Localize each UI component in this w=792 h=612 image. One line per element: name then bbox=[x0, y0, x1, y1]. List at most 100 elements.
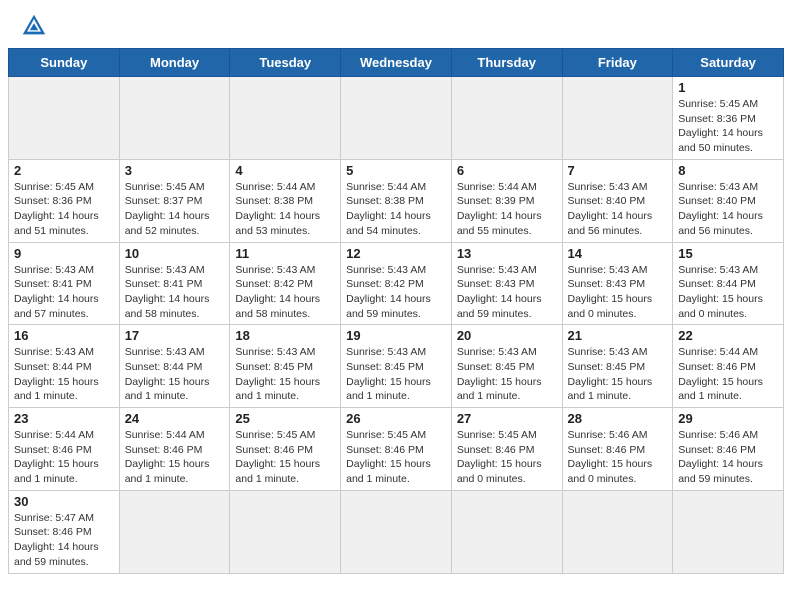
calendar-cell: 10Sunrise: 5:43 AMSunset: 8:41 PMDayligh… bbox=[119, 242, 230, 325]
calendar-cell bbox=[341, 490, 452, 573]
week-row-6: 30Sunrise: 5:47 AMSunset: 8:46 PMDayligh… bbox=[9, 490, 784, 573]
day-header-monday: Monday bbox=[119, 49, 230, 77]
calendar-cell: 18Sunrise: 5:43 AMSunset: 8:45 PMDayligh… bbox=[230, 325, 341, 408]
date-number: 27 bbox=[457, 411, 557, 426]
calendar-cell: 5Sunrise: 5:44 AMSunset: 8:38 PMDaylight… bbox=[341, 159, 452, 242]
day-info: Sunrise: 5:43 AMSunset: 8:42 PMDaylight:… bbox=[346, 263, 446, 322]
calendar-cell: 24 Sunrise: 5:44 AMSunset: 8:46 PMDayligh… bbox=[119, 408, 230, 491]
day-info: Sunrise: 5:45 AMSunset: 8:37 PMDaylight:… bbox=[125, 180, 225, 239]
day-info: Sunrise: 5:45 AMSunset: 8:46 PMDaylight:… bbox=[346, 428, 446, 487]
date-number: 14 bbox=[568, 246, 668, 261]
calendar-cell: 22 Sunrise: 5:44 AMSunset: 8:46 PMDayligh… bbox=[673, 325, 784, 408]
day-info: Sunrise: 5:46 AMSunset: 8:46 PMDaylight:… bbox=[678, 428, 778, 487]
day-info: Sunrise: 5:43 AMSunset: 8:44 PMDaylight:… bbox=[14, 345, 114, 404]
calendar-cell: 16 Sunrise: 5:43 AMSunset: 8:44 PMDayligh… bbox=[9, 325, 120, 408]
calendar-cell bbox=[9, 77, 120, 160]
date-number: 1 bbox=[678, 80, 778, 95]
day-info: Sunrise: 5:43 AMSunset: 8:44 PMDaylight:… bbox=[125, 345, 225, 404]
calendar-cell: 17 Sunrise: 5:43 AMSunset: 8:44 PMDayligh… bbox=[119, 325, 230, 408]
day-info: Sunrise: 5:43 AMSunset: 8:40 PMDaylight:… bbox=[568, 180, 668, 239]
day-header-sunday: Sunday bbox=[9, 49, 120, 77]
calendar-cell bbox=[451, 490, 562, 573]
days-header-row: SundayMondayTuesdayWednesdayThursdayFrid… bbox=[9, 49, 784, 77]
day-header-friday: Friday bbox=[562, 49, 673, 77]
calendar-cell: 11Sunrise: 5:43 AMSunset: 8:42 PMDayligh… bbox=[230, 242, 341, 325]
calendar-cell: 29Sunrise: 5:46 AMSunset: 8:46 PMDayligh… bbox=[673, 408, 784, 491]
calendar-cell: 3 Sunrise: 5:45 AMSunset: 8:37 PMDaylight… bbox=[119, 159, 230, 242]
date-number: 22 bbox=[678, 328, 778, 343]
date-number: 19 bbox=[346, 328, 446, 343]
calendar-cell: 13Sunrise: 5:43 AMSunset: 8:43 PMDayligh… bbox=[451, 242, 562, 325]
calendar-cell bbox=[341, 77, 452, 160]
day-info: Sunrise: 5:43 AMSunset: 8:43 PMDaylight:… bbox=[568, 263, 668, 322]
day-info: Sunrise: 5:43 AMSunset: 8:41 PMDaylight:… bbox=[125, 263, 225, 322]
calendar-cell: 23 Sunrise: 5:44 AMSunset: 8:46 PMDayligh… bbox=[9, 408, 120, 491]
date-number: 7 bbox=[568, 163, 668, 178]
calendar-body: 1Sunrise: 5:45 AMSunset: 8:36 PMDaylight… bbox=[9, 77, 784, 574]
date-number: 23 bbox=[14, 411, 114, 426]
day-header-saturday: Saturday bbox=[673, 49, 784, 77]
date-number: 17 bbox=[125, 328, 225, 343]
calendar-cell: 4Sunrise: 5:44 AMSunset: 8:38 PMDaylight… bbox=[230, 159, 341, 242]
calendar-cell: 6 Sunrise: 5:44 AMSunset: 8:39 PMDaylight… bbox=[451, 159, 562, 242]
date-number: 12 bbox=[346, 246, 446, 261]
date-number: 28 bbox=[568, 411, 668, 426]
day-info: Sunrise: 5:43 AMSunset: 8:44 PMDaylight:… bbox=[678, 263, 778, 322]
week-row-3: 9 Sunrise: 5:43 AMSunset: 8:41 PMDaylight… bbox=[9, 242, 784, 325]
day-info: Sunrise: 5:43 AMSunset: 8:40 PMDaylight:… bbox=[678, 180, 778, 239]
day-info: Sunrise: 5:44 AMSunset: 8:46 PMDaylight:… bbox=[125, 428, 225, 487]
calendar-cell bbox=[673, 490, 784, 573]
calendar-cell: 9 Sunrise: 5:43 AMSunset: 8:41 PMDaylight… bbox=[9, 242, 120, 325]
calendar-cell: 20Sunrise: 5:43 AMSunset: 8:45 PMDayligh… bbox=[451, 325, 562, 408]
date-number: 25 bbox=[235, 411, 335, 426]
date-number: 6 bbox=[457, 163, 557, 178]
day-info: Sunrise: 5:44 AMSunset: 8:39 PMDaylight:… bbox=[457, 180, 557, 239]
calendar-cell: 19Sunrise: 5:43 AMSunset: 8:45 PMDayligh… bbox=[341, 325, 452, 408]
calendar-cell bbox=[562, 77, 673, 160]
calendar-cell: 21Sunrise: 5:43 AMSunset: 8:45 PMDayligh… bbox=[562, 325, 673, 408]
week-row-4: 16 Sunrise: 5:43 AMSunset: 8:44 PMDayligh… bbox=[9, 325, 784, 408]
date-number: 13 bbox=[457, 246, 557, 261]
date-number: 15 bbox=[678, 246, 778, 261]
calendar-cell bbox=[230, 490, 341, 573]
day-info: Sunrise: 5:43 AMSunset: 8:42 PMDaylight:… bbox=[235, 263, 335, 322]
page-header bbox=[0, 0, 792, 48]
calendar-cell: 28Sunrise: 5:46 AMSunset: 8:46 PMDayligh… bbox=[562, 408, 673, 491]
date-number: 30 bbox=[14, 494, 114, 509]
calendar-cell: 12 Sunrise: 5:43 AMSunset: 8:42 PMDayligh… bbox=[341, 242, 452, 325]
day-info: Sunrise: 5:44 AMSunset: 8:38 PMDaylight:… bbox=[346, 180, 446, 239]
date-number: 26 bbox=[346, 411, 446, 426]
calendar-cell: 7 Sunrise: 5:43 AMSunset: 8:40 PMDaylight… bbox=[562, 159, 673, 242]
calendar-cell bbox=[451, 77, 562, 160]
day-header-thursday: Thursday bbox=[451, 49, 562, 77]
calendar-cell: 14 Sunrise: 5:43 AMSunset: 8:43 PMDayligh… bbox=[562, 242, 673, 325]
calendar-cell bbox=[230, 77, 341, 160]
week-row-2: 2Sunrise: 5:45 AMSunset: 8:36 PMDaylight… bbox=[9, 159, 784, 242]
date-number: 8 bbox=[678, 163, 778, 178]
day-info: Sunrise: 5:43 AMSunset: 8:45 PMDaylight:… bbox=[568, 345, 668, 404]
calendar-table: SundayMondayTuesdayWednesdayThursdayFrid… bbox=[8, 48, 784, 574]
date-number: 9 bbox=[14, 246, 114, 261]
calendar-cell: 8 Sunrise: 5:43 AMSunset: 8:40 PMDaylight… bbox=[673, 159, 784, 242]
date-number: 24 bbox=[125, 411, 225, 426]
calendar-cell: 1Sunrise: 5:45 AMSunset: 8:36 PMDaylight… bbox=[673, 77, 784, 160]
day-info: Sunrise: 5:45 AMSunset: 8:46 PMDaylight:… bbox=[457, 428, 557, 487]
day-info: Sunrise: 5:44 AMSunset: 8:46 PMDaylight:… bbox=[14, 428, 114, 487]
day-header-tuesday: Tuesday bbox=[230, 49, 341, 77]
calendar-cell: 27 Sunrise: 5:45 AMSunset: 8:46 PMDayligh… bbox=[451, 408, 562, 491]
date-number: 18 bbox=[235, 328, 335, 343]
calendar-cell: 2Sunrise: 5:45 AMSunset: 8:36 PMDaylight… bbox=[9, 159, 120, 242]
logo bbox=[20, 12, 52, 40]
day-info: Sunrise: 5:43 AMSunset: 8:41 PMDaylight:… bbox=[14, 263, 114, 322]
calendar-cell: 26 Sunrise: 5:45 AMSunset: 8:46 PMDayligh… bbox=[341, 408, 452, 491]
day-header-wednesday: Wednesday bbox=[341, 49, 452, 77]
date-number: 2 bbox=[14, 163, 114, 178]
date-number: 16 bbox=[14, 328, 114, 343]
week-row-5: 23 Sunrise: 5:44 AMSunset: 8:46 PMDayligh… bbox=[9, 408, 784, 491]
calendar-cell bbox=[562, 490, 673, 573]
day-info: Sunrise: 5:44 AMSunset: 8:46 PMDaylight:… bbox=[678, 345, 778, 404]
date-number: 3 bbox=[125, 163, 225, 178]
calendar-cell: 15 Sunrise: 5:43 AMSunset: 8:44 PMDayligh… bbox=[673, 242, 784, 325]
generalblue-logo-icon bbox=[20, 12, 48, 40]
day-info: Sunrise: 5:44 AMSunset: 8:38 PMDaylight:… bbox=[235, 180, 335, 239]
